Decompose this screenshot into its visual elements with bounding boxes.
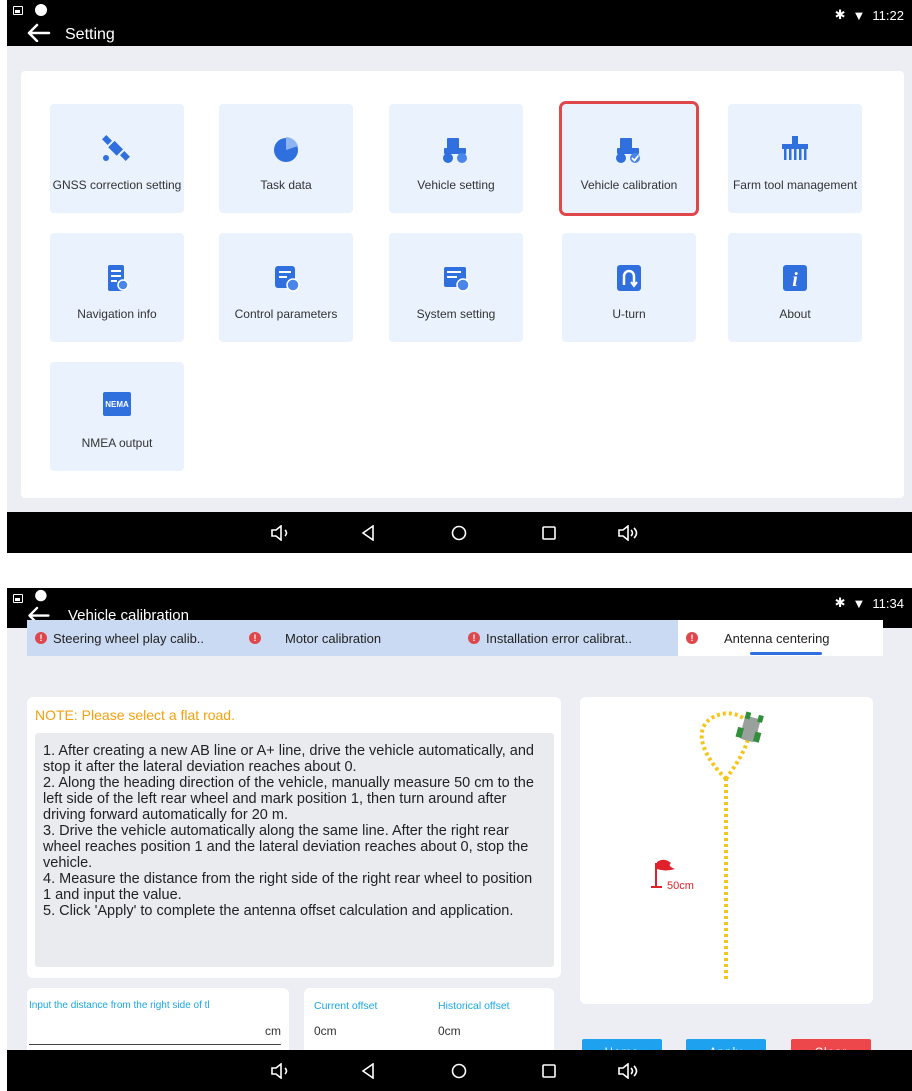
- recents-nav-icon[interactable]: [534, 512, 564, 553]
- bluetooth-icon: ✱: [834, 595, 846, 610]
- warning-icon: !: [249, 632, 261, 644]
- page-title: Setting: [65, 26, 115, 43]
- instruction-step: 2. Along the heading direction of the ve…: [43, 775, 534, 823]
- distance-label: 50cm: [667, 880, 694, 892]
- settings-panel: GNSS correction setting Task data Vehicl…: [21, 71, 904, 498]
- home-nav-icon[interactable]: [444, 512, 474, 553]
- gallery-notification-icon: [13, 6, 23, 15]
- instruction-step: 5. Click 'Apply' to complete the antenna…: [43, 903, 514, 919]
- tile-label: About: [779, 307, 811, 321]
- tile-label: U-turn: [612, 307, 646, 321]
- tile-label: Task data: [260, 178, 312, 192]
- tile-vehicle-calibration[interactable]: Vehicle calibration: [559, 101, 699, 216]
- note-text: NOTE: Please select a flat road.: [35, 707, 235, 723]
- back-nav-icon[interactable]: [353, 1050, 383, 1091]
- tile-label: NMEA output: [81, 436, 153, 450]
- tile-nmea-output[interactable]: NEMA NMEA output: [50, 362, 184, 471]
- tab-steering-wheel-play[interactable]: ! Steering wheel play calib..: [35, 620, 255, 656]
- volume-down-icon[interactable]: [266, 1050, 296, 1091]
- info-icon: i: [783, 265, 807, 291]
- tab-label: Steering wheel play calib..: [53, 630, 205, 646]
- warning-icon: !: [468, 632, 480, 644]
- vehicle-calibration-screen: Vehicle calibration ✱ ▼ 11:34 ! Steering…: [7, 588, 912, 1091]
- clock: 11:34: [872, 595, 904, 611]
- document-info-icon: [108, 265, 129, 291]
- control-settings-icon: [275, 266, 300, 292]
- tab-installation-error[interactable]: ! Installation error calibrat..: [468, 620, 683, 656]
- clock: 11:22: [872, 7, 904, 23]
- tractor-gear-icon: [443, 138, 467, 163]
- instructions-list[interactable]: 1. After creating a new AB line or A+ li…: [35, 733, 554, 967]
- volume-up-icon[interactable]: [614, 512, 644, 553]
- tab-antenna-centering[interactable]: ! Antenna centering: [678, 620, 883, 656]
- tile-vehicle-setting[interactable]: Vehicle setting: [389, 104, 523, 213]
- tile-label: Navigation info: [77, 307, 157, 321]
- instruction-step: 1. After creating a new AB line or A+ li…: [43, 743, 534, 775]
- current-offset-label: Current offset: [314, 1000, 378, 1012]
- warning-icon: !: [686, 632, 698, 644]
- tile-about[interactable]: i About: [728, 233, 862, 342]
- tile-control-parameters[interactable]: Control parameters: [219, 233, 353, 342]
- antenna-centering-diagram: 50cm: [651, 711, 764, 979]
- navigation-bar: [7, 1050, 912, 1091]
- status-bar: Setting ✱ ▼ 11:22: [7, 0, 912, 46]
- diagram-card: 50cm: [580, 697, 873, 1004]
- historical-offset-value: 0cm: [438, 1024, 461, 1038]
- tractor-check-icon: [616, 138, 640, 163]
- pie-chart-icon: [274, 137, 298, 162]
- wifi-icon: ▼: [852, 595, 866, 611]
- input-underline: [29, 1044, 281, 1045]
- tile-label: GNSS correction setting: [52, 178, 182, 192]
- distance-input-label: Input the distance from the right side o…: [29, 1000, 210, 1011]
- tile-label: System setting: [416, 307, 496, 321]
- tractor-icon: [735, 711, 764, 743]
- unit-label: cm: [265, 1024, 281, 1038]
- tile-gnss-correction[interactable]: GNSS correction setting: [50, 104, 184, 213]
- nmea-badge-text: NEMA: [105, 399, 129, 409]
- tile-task-data[interactable]: Task data: [219, 104, 353, 213]
- distance-input-field[interactable]: [29, 1020, 281, 1044]
- instruction-step: 4. Measure the distance from the right s…: [43, 871, 533, 903]
- warning-icon: !: [35, 632, 47, 644]
- status-icons: ✱ ▼ 11:34: [835, 595, 904, 611]
- svg-text:i: i: [792, 269, 798, 291]
- wifi-icon: ▼: [852, 7, 866, 23]
- nmea-icon: NEMA: [103, 392, 131, 416]
- tab-motor-calibration[interactable]: ! Motor calibration: [249, 620, 469, 656]
- navigation-bar: [7, 512, 912, 553]
- tab-label: Motor calibration: [285, 630, 382, 646]
- satellite-icon: [102, 135, 130, 161]
- tile-system-setting[interactable]: System setting: [389, 233, 523, 342]
- farm-tool-icon: [782, 136, 808, 160]
- calibration-tabs: ! Steering wheel play calib.. ! Motor ca…: [27, 620, 883, 656]
- historical-offset-label: Historical offset: [438, 1000, 510, 1012]
- status-icons: ✱ ▼ 11:22: [835, 7, 904, 23]
- tile-label: Control parameters: [234, 307, 338, 321]
- instruction-step: 3. Drive the vehicle automatically along…: [43, 823, 529, 871]
- recents-nav-icon[interactable]: [534, 1050, 564, 1091]
- instructions-card: NOTE: Please select a flat road. 1. Afte…: [27, 697, 561, 978]
- system-settings-icon: [444, 267, 470, 292]
- home-nav-icon[interactable]: [444, 1050, 474, 1091]
- back-nav-icon[interactable]: [353, 512, 383, 553]
- volume-up-icon[interactable]: [614, 1050, 644, 1091]
- u-turn-icon: [617, 265, 641, 291]
- tile-label: Vehicle calibration: [580, 178, 678, 192]
- tile-farm-tool-management[interactable]: Farm tool management: [728, 104, 862, 213]
- bluetooth-icon: ✱: [834, 7, 846, 22]
- tab-label: Installation error calibrat..: [486, 630, 632, 646]
- tab-label: Antenna centering: [724, 630, 830, 646]
- tile-label: Farm tool management: [732, 178, 858, 192]
- gallery-notification-icon: [13, 594, 23, 603]
- tile-u-turn[interactable]: U-turn: [562, 233, 696, 342]
- volume-down-icon[interactable]: [266, 512, 296, 553]
- current-offset-value: 0cm: [314, 1024, 337, 1038]
- tile-label: Vehicle setting: [417, 178, 495, 192]
- settings-screen: Setting ✱ ▼ 11:22 GNSS correction settin…: [7, 0, 912, 553]
- back-arrow-icon[interactable]: [25, 2, 51, 42]
- active-tab-indicator: [750, 652, 822, 655]
- tile-navigation-info[interactable]: Navigation info: [50, 233, 184, 342]
